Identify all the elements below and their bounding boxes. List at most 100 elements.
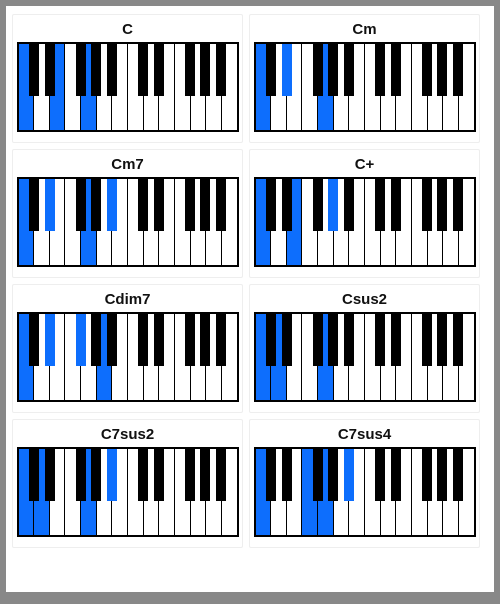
white-key: [271, 314, 287, 400]
white-key: [191, 179, 207, 265]
white-key: [19, 179, 35, 265]
white-key: [365, 44, 381, 130]
white-key: [159, 449, 175, 535]
chord-card[interactable]: Cm: [249, 14, 480, 143]
white-key: [443, 449, 459, 535]
white-key: [50, 314, 66, 400]
white-keys: [19, 179, 237, 265]
white-key: [381, 449, 397, 535]
white-key: [302, 44, 318, 130]
white-key: [256, 179, 272, 265]
white-key: [19, 314, 35, 400]
white-key: [302, 449, 318, 535]
white-key: [459, 179, 474, 265]
white-key: [112, 314, 128, 400]
white-key: [428, 179, 444, 265]
white-key: [81, 179, 97, 265]
white-key: [34, 179, 50, 265]
piano-keyboard: [254, 177, 476, 267]
white-key: [222, 179, 237, 265]
white-key: [206, 314, 222, 400]
white-key: [271, 44, 287, 130]
white-key: [287, 179, 303, 265]
chord-card[interactable]: C7sus2: [12, 419, 243, 548]
white-key: [144, 314, 160, 400]
white-key: [349, 449, 365, 535]
white-key: [365, 449, 381, 535]
piano-keyboard: [17, 177, 239, 267]
white-key: [412, 314, 428, 400]
white-keys: [19, 44, 237, 130]
white-key: [97, 179, 113, 265]
chord-card[interactable]: C7sus4: [249, 419, 480, 548]
white-keys: [256, 179, 474, 265]
white-key: [256, 449, 272, 535]
white-key: [159, 44, 175, 130]
chord-name: Cm: [352, 21, 376, 38]
white-key: [334, 314, 350, 400]
white-key: [128, 44, 144, 130]
chord-card[interactable]: Csus2: [249, 284, 480, 413]
white-key: [256, 314, 272, 400]
white-key: [65, 449, 81, 535]
white-key: [65, 179, 81, 265]
white-key: [412, 449, 428, 535]
white-key: [396, 449, 412, 535]
white-key: [191, 449, 207, 535]
white-key: [112, 179, 128, 265]
white-key: [191, 314, 207, 400]
white-key: [34, 44, 50, 130]
white-key: [428, 449, 444, 535]
white-key: [19, 449, 35, 535]
white-key: [428, 314, 444, 400]
white-key: [128, 449, 144, 535]
white-keys: [19, 449, 237, 535]
white-key: [349, 44, 365, 130]
white-key: [144, 179, 160, 265]
white-key: [128, 179, 144, 265]
white-key: [287, 44, 303, 130]
white-key: [206, 44, 222, 130]
white-key: [365, 314, 381, 400]
white-key: [318, 314, 334, 400]
chord-card[interactable]: Cdim7: [12, 284, 243, 413]
piano-keyboard: [17, 312, 239, 402]
white-key: [65, 314, 81, 400]
white-key: [396, 314, 412, 400]
white-key: [349, 314, 365, 400]
white-key: [256, 44, 272, 130]
white-key: [287, 449, 303, 535]
white-key: [159, 314, 175, 400]
white-key: [112, 449, 128, 535]
white-key: [206, 179, 222, 265]
white-key: [50, 44, 66, 130]
white-key: [443, 44, 459, 130]
white-key: [302, 314, 318, 400]
white-key: [222, 44, 237, 130]
white-key: [381, 179, 397, 265]
white-key: [381, 44, 397, 130]
chord-card[interactable]: C+: [249, 149, 480, 278]
white-key: [318, 44, 334, 130]
white-key: [175, 314, 191, 400]
chord-name: Csus2: [342, 291, 387, 308]
white-key: [334, 179, 350, 265]
white-keys: [256, 314, 474, 400]
white-key: [459, 44, 474, 130]
chord-card[interactable]: Cm7: [12, 149, 243, 278]
white-key: [443, 179, 459, 265]
chord-name: C7sus4: [338, 426, 391, 443]
white-key: [428, 44, 444, 130]
white-key: [459, 314, 474, 400]
white-key: [144, 44, 160, 130]
piano-keyboard: [17, 447, 239, 537]
white-key: [381, 314, 397, 400]
white-key: [34, 314, 50, 400]
white-key: [271, 179, 287, 265]
white-key: [191, 44, 207, 130]
white-key: [396, 44, 412, 130]
white-key: [302, 179, 318, 265]
white-key: [34, 449, 50, 535]
chord-card[interactable]: C: [12, 14, 243, 143]
piano-keyboard: [254, 447, 476, 537]
